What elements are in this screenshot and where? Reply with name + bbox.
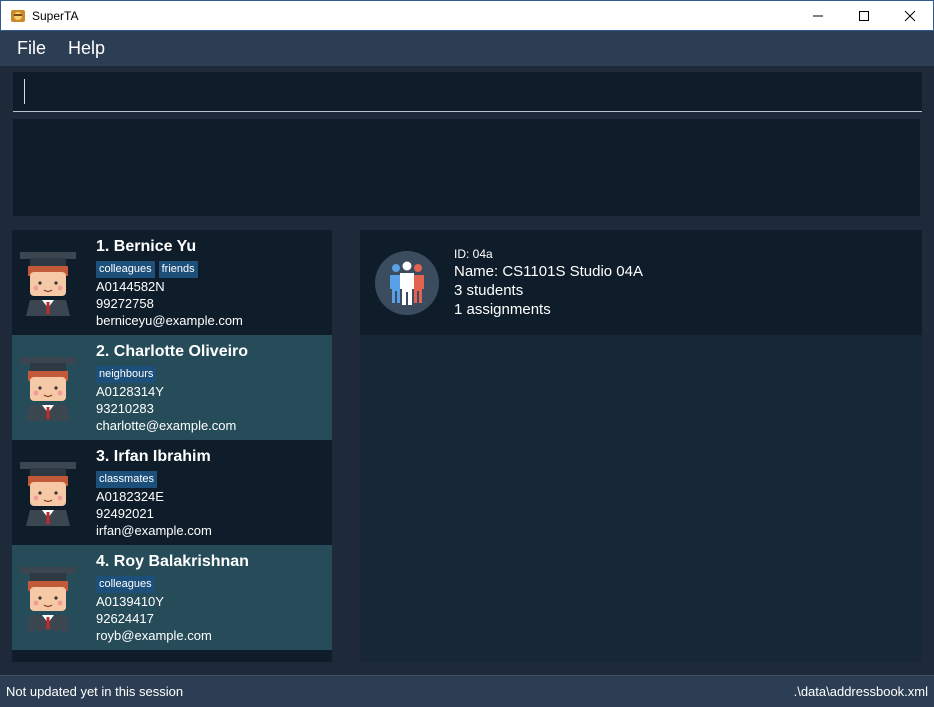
person-email: irfan@example.com (96, 523, 212, 538)
group-list-panel[interactable]: ID: 04a Name: CS1101S Studio 04A 3 stude… (360, 230, 922, 662)
close-button[interactable] (887, 1, 933, 31)
person-name: 4. Roy Balakrishnan (96, 553, 249, 570)
group-assignment-count: 1 assignments (454, 301, 551, 318)
menu-bar: File Help (0, 31, 934, 66)
person-phone: 92624417 (96, 611, 154, 626)
person-card[interactable]: 3. Irfan Ibrahim classmates A0182324E 92… (12, 440, 332, 545)
person-card[interactable]: 4. Roy Balakrishnan colleagues A0139410Y… (12, 545, 332, 650)
person-card[interactable]: 1. Bernice Yu colleagues friends A014458… (12, 230, 332, 335)
text-caret (24, 79, 25, 104)
person-name: 2. Charlotte Oliveiro (96, 343, 249, 360)
window-title: SuperTA (32, 8, 79, 23)
menu-file[interactable]: File (6, 31, 57, 66)
tag-label: colleagues (96, 261, 155, 278)
tag-label: friends (158, 261, 198, 278)
title-bar: SuperTA (0, 0, 934, 31)
person-email: charlotte@example.com (96, 418, 237, 433)
status-bar: Not updated yet in this session .\data\a… (0, 675, 934, 707)
graduate-avatar-icon (20, 462, 76, 526)
person-student-id: A0139410Y (96, 594, 164, 609)
app-logo-icon (11, 9, 25, 22)
save-location: .\data\addressbook.xml (793, 684, 928, 699)
group-name: Name: CS1101S Studio 04A (454, 263, 644, 280)
person-phone: 93210283 (96, 401, 154, 416)
minimize-button[interactable] (795, 1, 841, 31)
tag-list: colleagues (96, 576, 155, 593)
group-card[interactable]: ID: 04a Name: CS1101S Studio 04A 3 stude… (360, 230, 922, 335)
maximize-icon (859, 11, 869, 21)
group-people-icon (375, 251, 439, 315)
sync-status: Not updated yet in this session (6, 684, 184, 699)
person-name: 1. Bernice Yu (96, 238, 197, 255)
person-student-id: A0128314Y (96, 384, 164, 399)
command-box[interactable] (13, 72, 922, 112)
person-email: berniceyu@example.com (96, 313, 243, 328)
tag-label: classmates (96, 471, 158, 488)
graduate-avatar-icon (20, 567, 76, 631)
close-icon (904, 10, 916, 22)
person-student-id: A0182324E (96, 489, 164, 504)
person-card[interactable]: 2. Charlotte Oliveiro neighbours A012831… (12, 335, 332, 440)
person-name: 3. Irfan Ibrahim (96, 448, 211, 465)
person-student-id: A0144582N (96, 279, 165, 294)
minimize-icon (813, 15, 823, 17)
group-student-count: 3 students (454, 282, 524, 299)
group-id: ID: 04a (454, 247, 493, 261)
person-phone: 92492021 (96, 506, 154, 521)
command-input[interactable] (27, 72, 907, 110)
tag-label: colleagues (96, 576, 155, 593)
tag-list: colleagues friends (96, 261, 198, 278)
tag-label: neighbours (96, 366, 157, 383)
tag-list: classmates (96, 471, 158, 488)
person-list[interactable]: 1. Bernice Yu colleagues friends A014458… (12, 230, 332, 662)
menu-help[interactable]: Help (57, 31, 116, 66)
person-phone: 99272758 (96, 296, 154, 311)
person-email: royb@example.com (96, 628, 212, 643)
result-display (13, 119, 920, 216)
maximize-button[interactable] (841, 1, 887, 31)
graduate-avatar-icon (20, 357, 76, 421)
tag-list: neighbours (96, 366, 157, 383)
graduate-avatar-icon (20, 252, 76, 316)
